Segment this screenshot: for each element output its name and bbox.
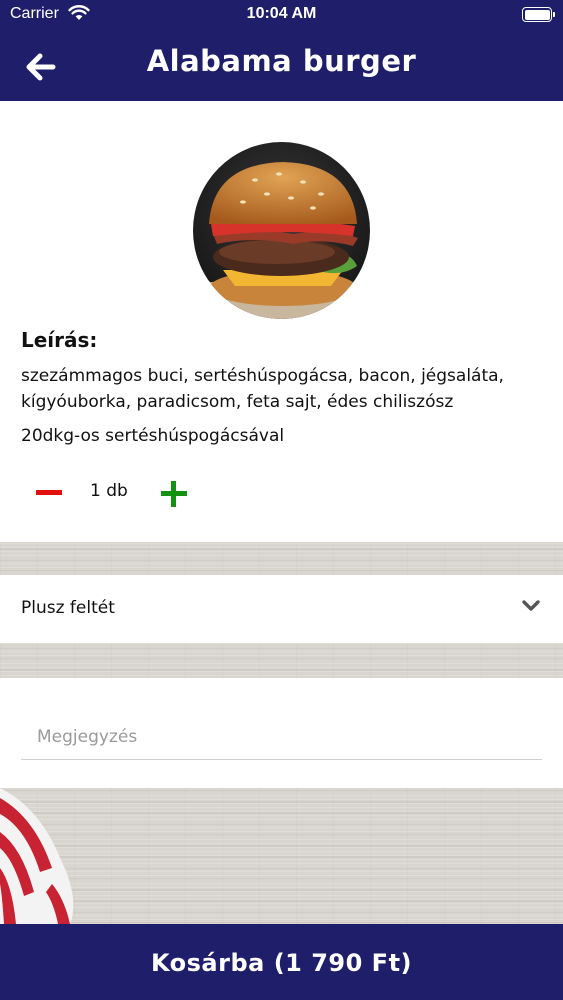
- weight-note: 20dkg-os sertéshúspogácsával: [21, 426, 285, 446]
- product-card: Leírás: szezámmagos buci, sertéshúspogác…: [0, 101, 563, 542]
- note-input[interactable]: [21, 714, 542, 760]
- extra-topping-dropdown[interactable]: Plusz feltét: [0, 575, 563, 643]
- clock: 10:04 AM: [246, 5, 317, 22]
- quantity-value: 1 db: [90, 481, 128, 501]
- note-card: [0, 678, 563, 788]
- add-to-cart-button[interactable]: Kosárba (1 790 Ft): [0, 924, 563, 1000]
- top-bar: Carrier 10:04 AM Alabama burger: [0, 0, 563, 101]
- status-bar: Carrier 10:04 AM: [0, 0, 563, 30]
- battery-icon: [522, 7, 555, 22]
- page-title: Alabama burger: [146, 44, 417, 78]
- chevron-down-icon: [522, 600, 540, 611]
- description-heading: Leírás:: [21, 328, 98, 352]
- decrease-quantity-button[interactable]: [30, 477, 68, 507]
- increase-quantity-button[interactable]: [155, 476, 193, 510]
- burger-photo: [193, 142, 370, 319]
- flag-decoration: [0, 788, 74, 924]
- description-text: szezámmagos buci, sertéshúspogácsa, baco…: [21, 366, 504, 412]
- extra-topping-label: Plusz feltét: [21, 598, 115, 618]
